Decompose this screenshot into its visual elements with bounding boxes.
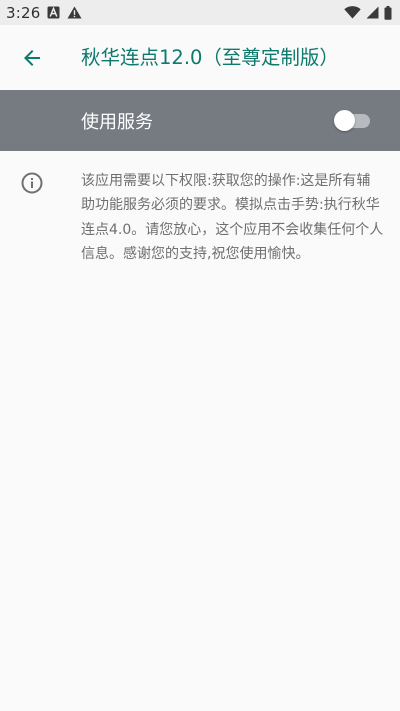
battery-icon [384,5,392,20]
service-label: 使用服务 [81,111,153,133]
status-left: 3:26 [6,4,82,22]
back-button[interactable] [4,30,60,86]
service-switch-bar[interactable]: 使用服务 [0,90,400,151]
description-row: 该应用需要以下权限:获取您的操作:这是所有辅助功能服务必须的要求。模拟点击手势:… [0,151,400,266]
wifi-icon [344,6,361,19]
status-time: 3:26 [6,3,41,22]
cellular-icon [366,6,379,19]
service-toggle[interactable] [334,109,372,133]
description-text: 该应用需要以下权限:获取您的操作:这是所有辅助功能服务必须的要求。模拟点击手势:… [81,173,384,262]
info-icon [21,172,43,194]
status-bar: 3:26 [0,0,400,25]
app-bar: 秋华连点12.0（至尊定制版） [0,25,400,90]
page-title: 秋华连点12.0（至尊定制版） [81,46,339,69]
screen: 3:26 秋华连点12.0（至尊定制版） 使用服务 该应用需要以下权限:获取您的… [0,0,400,711]
status-right [344,5,392,20]
a-badge-icon [47,6,60,19]
arrow-back-icon [24,49,40,66]
toggle-thumb [334,109,355,131]
warning-icon [67,6,82,19]
